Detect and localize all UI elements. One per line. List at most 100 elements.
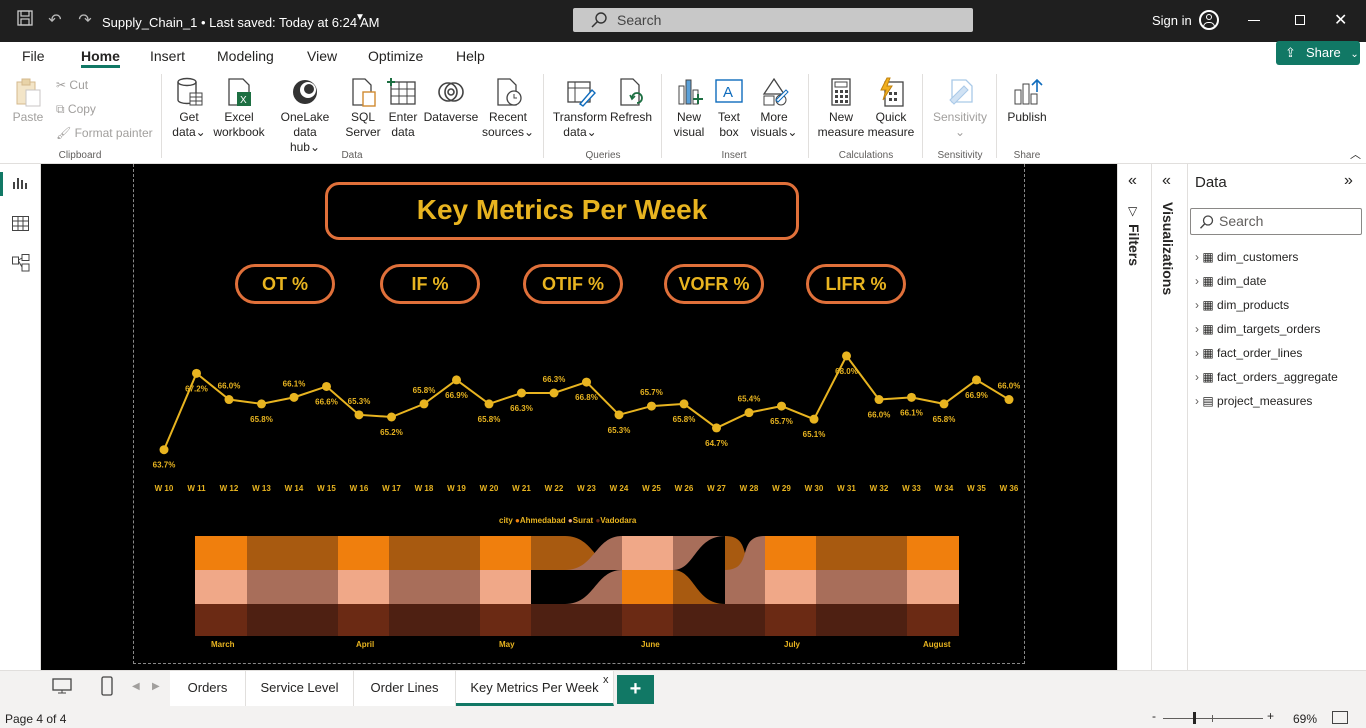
account-icon[interactable] bbox=[1199, 10, 1219, 30]
weekly-line-chart[interactable]: 63.7% W 10 67.2% W 11 66.0% W 12 65.8% W 13 66.1… bbox=[140, 335, 1020, 500]
data-point[interactable] bbox=[744, 408, 754, 418]
data-point[interactable] bbox=[192, 368, 201, 378]
data-point[interactable] bbox=[1004, 395, 1014, 405]
add-page-button[interactable]: + bbox=[617, 675, 654, 704]
legend-surat[interactable]: Surat bbox=[573, 516, 593, 525]
undo-icon[interactable]: ↶ bbox=[44, 10, 66, 32]
data-point[interactable] bbox=[257, 399, 266, 409]
kpi-button-lifr[interactable]: LIFR % bbox=[806, 264, 906, 304]
data-point[interactable] bbox=[972, 375, 981, 385]
scroll-right-icon[interactable]: ▶ bbox=[152, 681, 160, 692]
restore-icon[interactable] bbox=[1295, 15, 1305, 25]
close-tab-icon[interactable]: x bbox=[603, 663, 609, 697]
data-point[interactable] bbox=[712, 423, 721, 433]
more-visuals-button[interactable]: More visuals⌄ bbox=[748, 76, 800, 140]
collapse-ribbon-icon[interactable]: ︿ bbox=[1350, 146, 1361, 162]
sign-in-link[interactable]: Sign in bbox=[1152, 13, 1192, 28]
redo-icon[interactable]: ↷ bbox=[74, 10, 96, 32]
scroll-left-icon[interactable]: ◀ bbox=[132, 681, 140, 692]
zoom-level[interactable]: 69% bbox=[1293, 712, 1317, 726]
collapse-filters-icon[interactable]: « bbox=[1128, 172, 1137, 190]
desktop-layout-icon[interactable] bbox=[52, 678, 72, 697]
data-point[interactable] bbox=[322, 381, 331, 391]
transform-data-button[interactable]: Transform data⌄ bbox=[552, 76, 608, 140]
legend-vadodara[interactable]: Vadodara bbox=[600, 516, 636, 525]
get-data-button[interactable]: Get data⌄ bbox=[168, 76, 210, 140]
text-box-button[interactable]: A Text box bbox=[710, 76, 748, 140]
save-icon[interactable] bbox=[14, 10, 36, 32]
model-view-icon[interactable] bbox=[12, 254, 30, 275]
data-point[interactable] bbox=[289, 392, 299, 402]
kpi-button-vofr[interactable]: VOFR % bbox=[664, 264, 764, 304]
expand-data-icon[interactable]: » bbox=[1344, 172, 1353, 190]
data-point[interactable] bbox=[419, 399, 429, 409]
kpi-button-otif[interactable]: OTIF % bbox=[523, 264, 623, 304]
data-point[interactable] bbox=[679, 399, 689, 409]
new-visual-button[interactable]: New visual bbox=[668, 76, 710, 140]
data-point[interactable] bbox=[354, 410, 364, 420]
data-table-item[interactable]: › ▦ dim_date bbox=[1195, 274, 1266, 288]
new-measure-button[interactable]: New measure bbox=[815, 76, 867, 140]
kpi-button-ot[interactable]: OT % bbox=[235, 264, 335, 304]
onelake-data-hub-button[interactable]: OneLake data hub⌄ bbox=[268, 76, 342, 155]
data-point[interactable] bbox=[484, 399, 494, 409]
copy-button[interactable]: ⧉ Copy bbox=[56, 102, 96, 117]
chevron-down-icon[interactable]: ▼ bbox=[355, 12, 365, 23]
data-point[interactable] bbox=[809, 414, 819, 424]
menu-home[interactable]: Home bbox=[81, 46, 120, 68]
data-point[interactable] bbox=[907, 392, 916, 402]
zoom-slider-track[interactable] bbox=[1163, 718, 1263, 719]
sensitivity-button[interactable]: Sensitivity ⌄ bbox=[930, 76, 990, 140]
zoom-in-button[interactable]: + bbox=[1267, 709, 1274, 723]
data-table-item[interactable]: › ▦ dim_products bbox=[1195, 298, 1289, 312]
menu-optimize[interactable]: Optimize bbox=[368, 46, 423, 68]
data-point[interactable] bbox=[939, 399, 949, 409]
cut-button[interactable]: ✂ Cut bbox=[56, 78, 88, 92]
menu-modeling[interactable]: Modeling bbox=[217, 46, 274, 68]
data-point[interactable] bbox=[387, 412, 396, 422]
data-search-input[interactable]: Search bbox=[1190, 208, 1362, 235]
file-title[interactable]: Supply_Chain_1 • Last saved: Today at 6:… bbox=[102, 15, 380, 30]
share-button[interactable]: ⇪ Share ⌄ bbox=[1276, 41, 1360, 65]
data-point[interactable] bbox=[842, 351, 851, 361]
visualizations-label[interactable]: Visualizations bbox=[1160, 202, 1176, 295]
page-tab-service-level[interactable]: Service Level bbox=[246, 671, 354, 706]
data-point[interactable] bbox=[647, 401, 656, 411]
data-point[interactable] bbox=[777, 401, 786, 411]
data-point[interactable] bbox=[517, 388, 526, 398]
data-table-item[interactable]: › ▦ fact_order_lines bbox=[1195, 346, 1302, 360]
collapse-visualizations-icon[interactable]: « bbox=[1162, 172, 1171, 190]
search-input[interactable]: Search bbox=[573, 8, 973, 32]
data-table-item[interactable]: › ▤ project_measures bbox=[1195, 394, 1312, 408]
data-table-item[interactable]: › ▦ dim_targets_orders bbox=[1195, 322, 1320, 336]
data-point[interactable] bbox=[614, 410, 624, 420]
page-tab-orders[interactable]: Orders bbox=[170, 671, 246, 706]
report-title[interactable]: Key Metrics Per Week bbox=[325, 182, 799, 240]
menu-file[interactable]: File bbox=[22, 46, 45, 68]
data-point[interactable] bbox=[874, 395, 884, 405]
monthly-ribbon-chart[interactable] bbox=[195, 536, 959, 636]
data-point[interactable] bbox=[582, 377, 591, 387]
data-table-item[interactable]: › ▦ dim_customers bbox=[1195, 250, 1298, 264]
page-tab-key-metrics-per-week[interactable]: Key Metrics Per Week x bbox=[456, 671, 614, 706]
legend-ahmedabad[interactable]: Ahmedabad bbox=[520, 516, 566, 525]
zoom-slider-thumb[interactable] bbox=[1193, 712, 1196, 724]
mobile-layout-icon[interactable] bbox=[101, 676, 113, 699]
report-view-icon[interactable] bbox=[12, 176, 28, 193]
table-view-icon[interactable] bbox=[12, 216, 29, 234]
menu-view[interactable]: View bbox=[307, 46, 337, 68]
menu-help[interactable]: Help bbox=[456, 46, 485, 68]
enter-data-button[interactable]: Enter data bbox=[384, 76, 422, 140]
data-point[interactable] bbox=[452, 375, 461, 385]
excel-workbook-button[interactable]: X Excel workbook bbox=[210, 76, 268, 140]
quick-measure-button[interactable]: Quick measure bbox=[867, 76, 915, 140]
data-point[interactable] bbox=[549, 388, 559, 398]
menu-insert[interactable]: Insert bbox=[150, 46, 185, 68]
refresh-button[interactable]: Refresh bbox=[608, 76, 654, 125]
visualizations-pane[interactable]: « Visualizations bbox=[1151, 164, 1187, 670]
format-painter-button[interactable]: 🖌 Format painter bbox=[56, 126, 153, 140]
filters-pane[interactable]: « ▽ Filters bbox=[1117, 164, 1151, 670]
minimize-icon[interactable] bbox=[1248, 20, 1260, 21]
page-tab-order-lines[interactable]: Order Lines bbox=[354, 671, 456, 706]
zoom-out-button[interactable]: - bbox=[1152, 709, 1156, 723]
